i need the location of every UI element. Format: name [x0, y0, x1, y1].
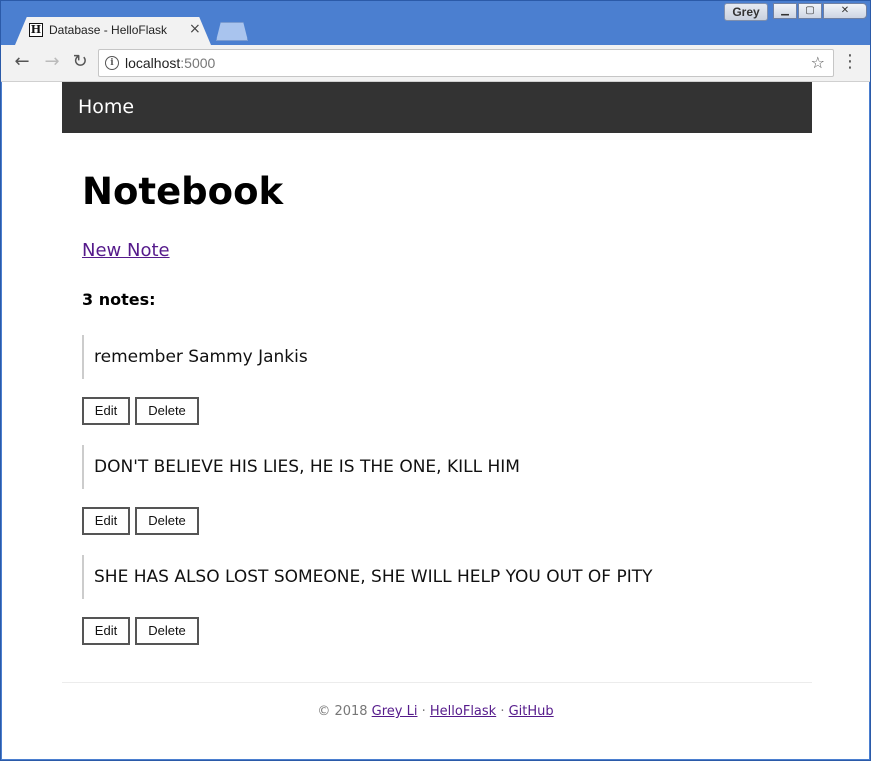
home-link[interactable]: Home — [78, 96, 134, 118]
info-icon[interactable]: i — [105, 56, 119, 70]
edit-button[interactable]: Edit — [82, 507, 130, 535]
github-link[interactable]: GitHub — [509, 704, 554, 719]
footer-separator: · — [417, 704, 430, 719]
delete-button[interactable]: Delete — [135, 617, 199, 645]
footer-divider — [62, 682, 812, 683]
delete-button[interactable]: Delete — [135, 507, 199, 535]
reload-icon[interactable]: ↻ — [69, 51, 91, 73]
close-window-button[interactable]: ✕ — [823, 3, 867, 19]
new-note-link[interactable]: New Note — [82, 240, 170, 261]
note-body: SHE HAS ALSO LOST SOMEONE, SHE WILL HELP… — [82, 555, 653, 599]
footer-separator: · — [496, 704, 509, 719]
site-navbar: Home — [62, 82, 812, 133]
edit-button[interactable]: Edit — [82, 397, 130, 425]
tab-title: Database - HelloFlask — [49, 23, 168, 37]
forward-arrow-icon[interactable]: → — [41, 51, 63, 73]
browser-toolbar: ← → ↻ i localhost:5000 ☆ ⋮ — [1, 45, 870, 82]
edit-button[interactable]: Edit — [82, 617, 130, 645]
kebab-menu-icon[interactable]: ⋮ — [841, 52, 859, 72]
author-link[interactable]: Grey Li — [372, 704, 418, 719]
url-text: localhost:5000 — [125, 55, 215, 71]
new-tab-button[interactable] — [216, 22, 248, 41]
note-body: DON'T BELIEVE HIS LIES, HE IS THE ONE, K… — [82, 445, 520, 489]
back-arrow-icon[interactable]: ← — [11, 51, 33, 73]
page-viewport: Home Notebook New Note 3 notes: remember… — [2, 82, 869, 759]
page-title: Notebook — [82, 170, 284, 213]
minimize-button[interactable]: ▁ — [773, 3, 797, 19]
profile-button[interactable]: Grey — [724, 3, 768, 21]
maximize-button[interactable]: ▢ — [798, 3, 822, 19]
title-bar: Grey ▁ ▢ ✕ H Database - HelloFlask × — [1, 1, 870, 45]
notes-count: 3 notes: — [82, 290, 156, 309]
helloflask-link[interactable]: HelloFlask — [430, 704, 496, 719]
url-port: :5000 — [180, 55, 216, 71]
bookmark-star-icon[interactable]: ☆ — [811, 53, 825, 72]
address-bar[interactable]: i localhost:5000 ☆ — [98, 49, 834, 77]
url-host: localhost — [125, 55, 181, 71]
favicon-icon: H — [29, 23, 43, 37]
delete-button[interactable]: Delete — [135, 397, 199, 425]
tab-database-helloflask[interactable]: H Database - HelloFlask × — [15, 17, 211, 45]
note-body: remember Sammy Jankis — [82, 335, 308, 379]
copyright-text: © 2018 — [317, 704, 372, 719]
footer: © 2018 Grey Li · HelloFlask · GitHub — [2, 704, 869, 719]
browser-window: Grey ▁ ▢ ✕ H Database - HelloFlask × ← →… — [0, 0, 871, 761]
close-tab-icon[interactable]: × — [189, 21, 201, 37]
